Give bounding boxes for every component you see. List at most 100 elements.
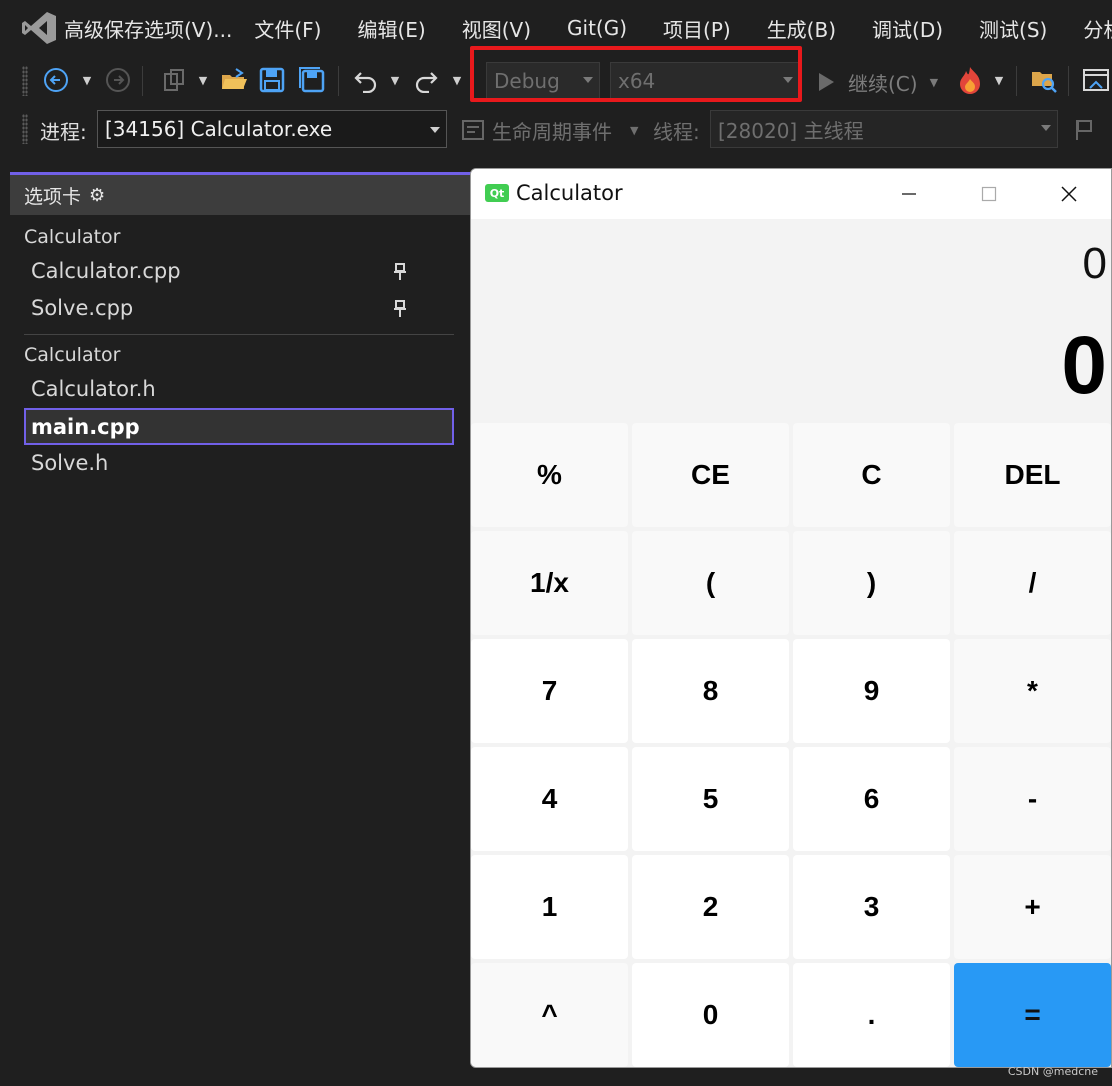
menu-file[interactable]: 文件(F)	[254, 14, 321, 43]
continue-label: 继续(C)	[848, 71, 918, 96]
calculator-window: Qt Calculator 0 0 % CE C DEL 1/x ( ) / 7…	[470, 168, 1112, 1068]
hot-reload-dropdown-icon[interactable]: ▼	[992, 64, 1006, 96]
chevron-down-icon	[1041, 125, 1051, 131]
toolbar-grip[interactable]	[22, 114, 28, 144]
key-6[interactable]: 6	[793, 747, 950, 851]
menu-build[interactable]: 生成(B)	[767, 14, 836, 43]
menu-project[interactable]: 项目(P)	[663, 14, 731, 43]
undo-icon[interactable]	[350, 64, 382, 96]
redo-icon[interactable]	[410, 64, 442, 96]
key-9[interactable]: 9	[793, 639, 950, 743]
process-label: 进程:	[40, 120, 87, 144]
toolbar-separator	[338, 66, 339, 96]
menu-edit[interactable]: 编辑(E)	[357, 14, 425, 43]
key-4[interactable]: 4	[471, 747, 628, 851]
calculator-titlebar[interactable]: Qt Calculator	[471, 169, 1111, 219]
toolbar-grip[interactable]	[22, 66, 28, 96]
menu-view[interactable]: 视图(V)	[462, 14, 531, 43]
key-3[interactable]: 3	[793, 855, 950, 959]
hot-reload-icon[interactable]	[954, 64, 986, 96]
minimize-icon	[902, 193, 916, 195]
file-tab-solve-cpp[interactable]: Solve.cpp	[31, 296, 133, 320]
browser-link-icon[interactable]	[1078, 64, 1112, 96]
lifecycle-events-label[interactable]: 生命周期事件	[492, 116, 612, 145]
calculator-window-title: Calculator	[516, 181, 623, 205]
key-add[interactable]: +	[954, 855, 1111, 959]
key-divide[interactable]: /	[954, 531, 1111, 635]
process-value: [34156] Calculator.exe	[105, 117, 333, 141]
gear-icon[interactable]: ⚙	[89, 185, 105, 206]
thread-label: 线程:	[653, 120, 700, 144]
tabs-panel-title: 选项卡	[24, 185, 82, 208]
file-tab-solve-h[interactable]: Solve.h	[31, 451, 108, 475]
key-clear[interactable]: C	[793, 423, 950, 527]
menu-debug[interactable]: 调试(D)	[872, 14, 943, 43]
file-tab-main-cpp[interactable]: main.cpp	[24, 408, 454, 445]
file-tab-calculator-h[interactable]: Calculator.h	[31, 377, 156, 401]
navigate-back-icon[interactable]	[40, 64, 72, 96]
menu-advanced-save-options[interactable]: 高级保存选项(V)...	[64, 14, 232, 43]
key-open-paren[interactable]: (	[632, 531, 789, 635]
maximize-icon	[981, 186, 997, 202]
new-dropdown-icon[interactable]: ▼	[196, 64, 210, 96]
key-delete[interactable]: DEL	[954, 423, 1111, 527]
key-reciprocal[interactable]: 1/x	[471, 531, 628, 635]
key-clear-entry[interactable]: CE	[632, 423, 789, 527]
new-project-icon[interactable]	[156, 64, 190, 96]
toolbar-separator	[142, 66, 143, 96]
tabs-panel-header: 选项卡 ⚙	[10, 175, 470, 215]
key-decimal[interactable]: .	[793, 963, 950, 1067]
close-icon	[1061, 186, 1077, 202]
group-title-calculator: Calculator	[24, 226, 121, 248]
toolbar-separator	[1068, 66, 1069, 96]
toolbar-separator	[1016, 66, 1017, 96]
group-divider	[24, 334, 454, 335]
find-in-files-icon[interactable]	[1028, 64, 1060, 96]
key-5[interactable]: 5	[632, 747, 789, 851]
menu-git[interactable]: Git(G)	[567, 16, 627, 40]
play-icon	[819, 73, 834, 91]
key-0[interactable]: 0	[632, 963, 789, 1067]
minimize-button[interactable]	[869, 169, 949, 219]
lifecycle-events-icon[interactable]	[460, 114, 486, 146]
open-folder-icon[interactable]	[218, 64, 250, 96]
maximize-button[interactable]	[949, 169, 1029, 219]
save-all-icon[interactable]	[296, 64, 328, 96]
group-title-calculator: Calculator	[24, 344, 121, 366]
key-1[interactable]: 1	[471, 855, 628, 959]
close-button[interactable]	[1029, 169, 1109, 219]
watermark: CSDN @medcne	[1007, 1065, 1098, 1078]
visual-studio-logo-icon[interactable]	[20, 8, 58, 48]
thread-combo[interactable]: [28020] 主线程	[710, 110, 1058, 148]
qt-logo-icon: Qt	[485, 184, 509, 202]
key-subtract[interactable]: -	[954, 747, 1111, 851]
continue-dropdown-icon[interactable]: ▼	[930, 76, 938, 89]
key-equals[interactable]: =	[954, 963, 1111, 1067]
menu-analyze[interactable]: 分析	[1083, 14, 1112, 43]
navigate-forward-icon[interactable]	[102, 64, 134, 96]
key-multiply[interactable]: *	[954, 639, 1111, 743]
redo-dropdown-icon[interactable]: ▼	[450, 64, 464, 96]
key-8[interactable]: 8	[632, 639, 789, 743]
undo-dropdown-icon[interactable]: ▼	[388, 64, 402, 96]
file-tab-calculator-cpp[interactable]: Calculator.cpp	[31, 259, 181, 283]
key-percent[interactable]: %	[471, 423, 628, 527]
key-close-paren[interactable]: )	[793, 531, 950, 635]
thread-value: [28020] 主线程	[718, 118, 864, 143]
calculator-display: 0 0	[471, 219, 1111, 421]
menu-test[interactable]: 测试(S)	[979, 14, 1047, 43]
pin-icon[interactable]	[392, 262, 408, 282]
flag-icon[interactable]	[1070, 114, 1098, 146]
pin-icon[interactable]	[392, 299, 408, 319]
back-dropdown-icon[interactable]: ▼	[80, 64, 94, 96]
save-icon[interactable]	[256, 64, 288, 96]
key-2[interactable]: 2	[632, 855, 789, 959]
chevron-down-icon	[430, 127, 440, 133]
lifecycle-dropdown-icon[interactable]: ▼	[630, 124, 638, 137]
key-power[interactable]: ^	[471, 963, 628, 1067]
key-7[interactable]: 7	[471, 639, 628, 743]
file-tab-main-cpp-label: main.cpp	[31, 414, 140, 439]
highlight-annotation-box	[470, 46, 802, 102]
continue-button[interactable]: 继续(C) ▼	[816, 66, 938, 98]
process-combo[interactable]: [34156] Calculator.exe	[97, 110, 447, 148]
